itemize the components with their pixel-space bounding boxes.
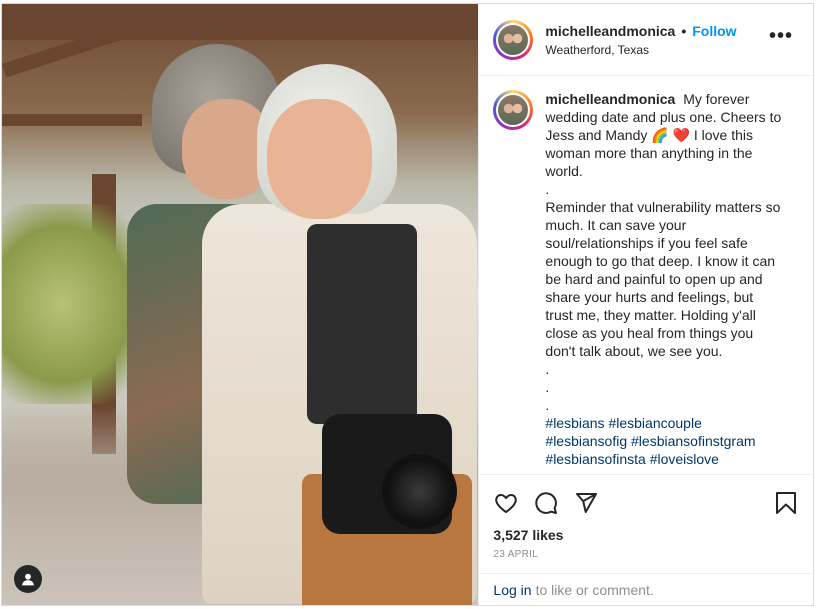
caption-line: soul/relationships if you feel safe — [545, 235, 748, 251]
avatar-story-ring[interactable] — [493, 19, 534, 60]
header-text: michelleandmonica • Follow Weatherford, … — [545, 23, 736, 57]
caption-line: . — [545, 361, 550, 377]
likes-count[interactable]: 3,527 likes — [493, 527, 799, 543]
caption-line: wedding date and plus one. Cheers to — [545, 109, 782, 125]
share-icon[interactable] — [573, 490, 599, 516]
heart-icon[interactable] — [493, 490, 519, 516]
tagged-users-button[interactable] — [14, 565, 42, 593]
caption-text: michelleandmonica My forever wedding dat… — [545, 90, 790, 474]
caption-line: . — [545, 397, 550, 413]
caption-line: Jess and Mandy 🌈 ❤️ I love this — [545, 127, 754, 143]
caption-avatar-ring[interactable] — [493, 90, 534, 130]
user-icon — [22, 573, 34, 586]
hashtag-link[interactable]: #lesbians #lesbiancouple — [545, 414, 790, 432]
caption-line: close as you heal from things you — [545, 325, 754, 341]
caption-line: much. It can save your — [545, 217, 687, 233]
hashtag-link[interactable]: #lesbiansofinsta #loveislove — [545, 450, 790, 468]
header-line: michelleandmonica • Follow — [545, 23, 736, 39]
follow-button[interactable]: Follow — [692, 23, 736, 39]
separator-dot: • — [681, 22, 687, 39]
username-link[interactable]: michelleandmonica — [545, 23, 675, 39]
person-right-shirt — [307, 224, 417, 424]
actions-section: 3,527 likes 23 APRIL — [479, 474, 813, 573]
caption-area: michelleandmonica My forever wedding dat… — [479, 76, 813, 474]
caption-username[interactable]: michelleandmonica — [545, 91, 675, 107]
post-header: michelleandmonica • Follow Weatherford, … — [479, 4, 813, 76]
login-link[interactable]: Log in — [493, 582, 531, 598]
hashtag-link[interactable]: #lesbiansofig #lesbiansofinstgram — [545, 432, 790, 450]
roof-beam — [2, 114, 142, 126]
caption-line: trust me, they matter. Holding y'all — [545, 307, 756, 323]
comment-icon[interactable] — [533, 490, 559, 516]
post-photo[interactable] — [2, 4, 479, 605]
caption-line: Reminder that vulnerability matters so — [545, 199, 781, 215]
caption-line: . — [545, 181, 550, 197]
caption-line: world. — [545, 163, 583, 179]
caption-line: woman more than anything in the — [545, 145, 753, 161]
post-sidebar: michelleandmonica • Follow Weatherford, … — [478, 4, 813, 605]
caption-line: share your hurts and feelings, but — [545, 289, 754, 305]
bookmark-icon[interactable] — [773, 490, 799, 516]
caption-avatar[interactable] — [496, 93, 531, 127]
login-prompt: Log in to like or comment. — [479, 573, 813, 605]
camera-lens — [382, 454, 457, 529]
login-prompt-text: to like or comment. — [535, 581, 654, 598]
action-bar — [493, 475, 799, 531]
location-link[interactable]: Weatherford, Texas — [545, 43, 736, 57]
caption-line: . — [545, 379, 550, 395]
more-options-icon[interactable]: ••• — [769, 26, 793, 46]
caption-line: My forever — [683, 91, 750, 107]
avatar[interactable] — [496, 22, 531, 57]
post-date[interactable]: 23 APRIL — [493, 549, 799, 560]
instagram-post: michelleandmonica • Follow Weatherford, … — [1, 3, 814, 606]
person-right-face — [267, 99, 372, 219]
caption-line: be hard and painful to open up and — [545, 271, 763, 287]
hashtags: #lesbians #lesbiancouple #lesbiansofig #… — [545, 414, 790, 468]
caption-line: enough to go that deep. I know it can — [545, 253, 776, 269]
caption-line: don't talk about, we see you. — [545, 343, 723, 359]
roof-beam — [2, 4, 479, 40]
